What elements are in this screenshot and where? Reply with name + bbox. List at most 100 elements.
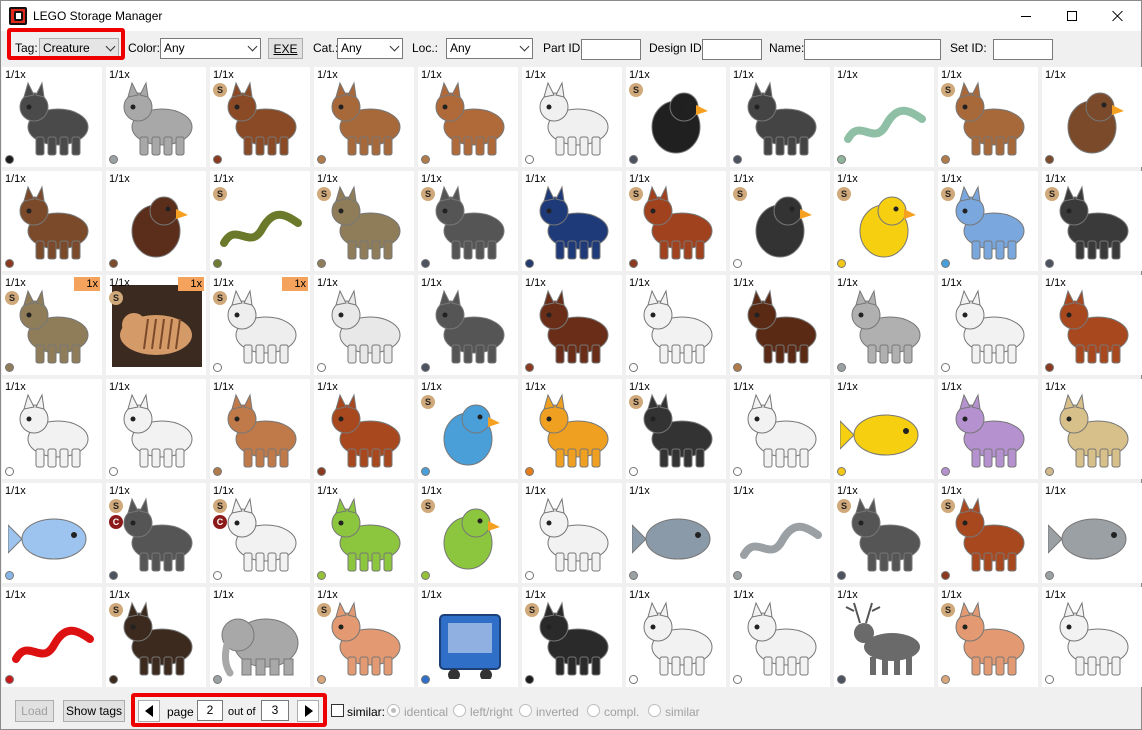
location-dropdown[interactable]: Any [446, 38, 533, 59]
part-cell[interactable]: 1/1x S [730, 171, 830, 271]
part-cell[interactable]: 1/1x [106, 171, 206, 271]
part-cell[interactable]: 1/1x S 1x [210, 275, 310, 375]
part-cell[interactable]: 1/1x [730, 379, 830, 479]
part-cell[interactable]: 1/1x [2, 379, 102, 479]
part-cell[interactable]: 1/1x [1042, 67, 1142, 167]
part-cell[interactable]: 1/1x [626, 587, 726, 687]
part-cell[interactable]: 1/1x [834, 379, 934, 479]
part-cell[interactable]: 1/1x [522, 67, 622, 167]
set-badge-icon: S [109, 603, 123, 617]
part-cell[interactable]: 1/1x [522, 379, 622, 479]
part-cell[interactable]: 1/1x S 1x [2, 275, 102, 375]
part-cell[interactable]: 1/1x [730, 275, 830, 375]
part-count: 1/1x [5, 589, 26, 601]
page-number-input[interactable]: 2 [197, 700, 223, 721]
part-cell[interactable]: 1/1x S [834, 483, 934, 583]
part-count: 1/1x [213, 277, 234, 289]
part-cell[interactable]: 1/1x [314, 483, 414, 583]
part-cell[interactable]: 1/1x [210, 379, 310, 479]
similar-checkbox[interactable] [331, 704, 344, 717]
bear-cub-icon [435, 81, 505, 156]
maximize-button[interactable] [1049, 1, 1095, 31]
part-cell[interactable]: 1/1x [730, 67, 830, 167]
part-cell[interactable]: 1/1x [418, 587, 518, 687]
part-count: 1/1x [317, 173, 338, 185]
part-cell[interactable]: 1/1x S [314, 587, 414, 687]
set-id-input[interactable] [993, 39, 1053, 60]
part-cell[interactable]: 1/1x [210, 587, 310, 687]
part-cell[interactable]: 1/1x [1042, 483, 1142, 583]
part-cell[interactable]: 1/1x [1042, 379, 1142, 479]
part-cell[interactable]: 1/1x S C [210, 483, 310, 583]
part-cell[interactable]: 1/1x [2, 67, 102, 167]
part-cell[interactable]: 1/1x S [106, 587, 206, 687]
part-cell[interactable]: 1/1x [418, 67, 518, 167]
part-cell[interactable]: 1/1x [522, 483, 622, 583]
part-cell[interactable]: 1/1x S [626, 67, 726, 167]
part-cell[interactable]: 1/1x S [626, 379, 726, 479]
part-cell[interactable]: 1/1x [626, 275, 726, 375]
similar-radio[interactable] [648, 704, 661, 717]
part-cell[interactable]: 1/1x S C [106, 483, 206, 583]
color-swatch [213, 155, 222, 164]
part-cell[interactable]: 1/1x S [418, 171, 518, 271]
part-cell[interactable]: 1/1x [2, 171, 102, 271]
part-cell[interactable]: 1/1x [522, 275, 622, 375]
part-cell[interactable]: 1/1x [730, 483, 830, 583]
part-cell[interactable]: 1/1x S [626, 171, 726, 271]
part-cell[interactable]: 1/1x [418, 275, 518, 375]
part-cell[interactable]: 1/1x S [938, 171, 1038, 271]
minimize-button[interactable] [1003, 1, 1049, 31]
category-dropdown-value: Any [341, 41, 362, 55]
part-cell[interactable]: 1/1x S [314, 171, 414, 271]
part-cell[interactable]: 1/1x [834, 67, 934, 167]
left-right-radio[interactable] [453, 704, 466, 717]
part-cell[interactable]: 1/1x S [418, 379, 518, 479]
part-cell[interactable]: 1/1x S [938, 483, 1038, 583]
part-id-input[interactable] [581, 39, 641, 60]
part-cell[interactable]: 1/1x S [522, 587, 622, 687]
part-cell[interactable]: 1/1x S [210, 171, 310, 271]
horse-icon [747, 393, 817, 468]
part-cell[interactable]: 1/1x [314, 67, 414, 167]
close-button[interactable] [1095, 1, 1141, 31]
part-cell[interactable]: 1/1x S [418, 483, 518, 583]
part-count: 1/1x [733, 485, 754, 497]
next-page-button[interactable] [297, 700, 319, 722]
part-cell[interactable]: 1/1x [938, 379, 1038, 479]
part-cell[interactable]: 1/1x S [1042, 171, 1142, 271]
part-cell[interactable]: 1/1x [834, 275, 934, 375]
part-cell[interactable]: 1/1x [626, 483, 726, 583]
category-dropdown[interactable]: Any [337, 38, 403, 59]
part-cell[interactable]: 1/1x [2, 483, 102, 583]
inverted-radio[interactable] [519, 704, 532, 717]
part-cell[interactable]: 1/1x [1042, 275, 1142, 375]
previous-page-button[interactable] [138, 700, 160, 722]
load-button[interactable]: Load [15, 700, 54, 722]
part-cell[interactable]: 1/1x S [210, 67, 310, 167]
part-cell[interactable]: 1/1x [1042, 587, 1142, 687]
part-cell[interactable]: 1/1x S [938, 587, 1038, 687]
part-cell[interactable]: 1/1x S [834, 171, 934, 271]
name-input[interactable] [804, 39, 941, 60]
part-cell[interactable]: 1/1x S [938, 67, 1038, 167]
compl-radio[interactable] [587, 704, 600, 717]
color-dropdown[interactable]: Any [160, 38, 261, 59]
part-count: 1/1x [941, 277, 962, 289]
show-tags-button[interactable]: Show tags [63, 700, 125, 722]
part-cell[interactable]: 1/1x [2, 587, 102, 687]
part-cell[interactable]: 1/1x [730, 587, 830, 687]
part-cell[interactable]: 1/1x [834, 587, 934, 687]
part-cell[interactable]: 1/1x [522, 171, 622, 271]
part-cell[interactable]: 1/1x [106, 379, 206, 479]
dog-icon [1059, 393, 1129, 468]
identical-radio[interactable] [387, 704, 400, 717]
set-badge-icon: S [629, 395, 643, 409]
design-id-input[interactable] [702, 39, 762, 60]
part-cell[interactable]: 1/1x S 1x [106, 275, 206, 375]
part-cell[interactable]: 1/1x [938, 275, 1038, 375]
part-cell[interactable]: 1/1x [314, 379, 414, 479]
exe-button[interactable]: EXE [268, 38, 303, 59]
part-cell[interactable]: 1/1x [314, 275, 414, 375]
part-cell[interactable]: 1/1x [106, 67, 206, 167]
